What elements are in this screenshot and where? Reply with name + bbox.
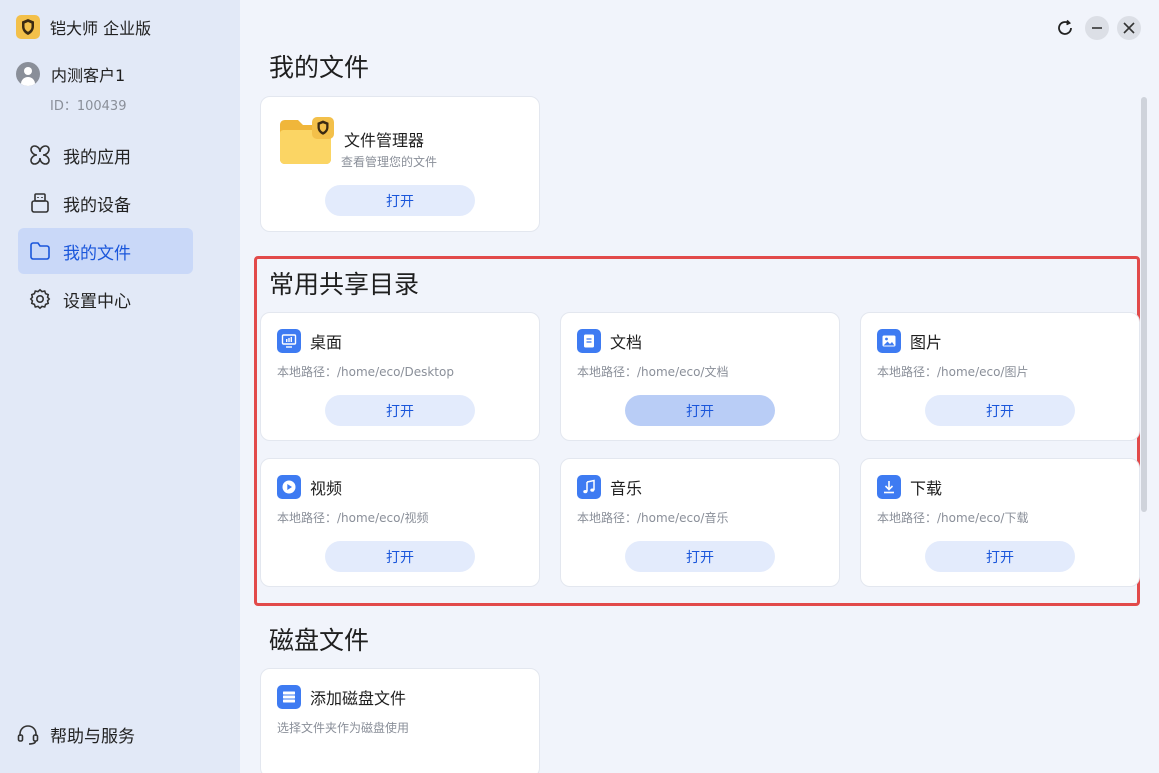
card-path: 本地路径：/home/eco/Desktop: [277, 365, 454, 379]
card-title: 视频: [310, 479, 343, 498]
sidebar-item-files[interactable]: 我的文件: [18, 228, 193, 274]
sidebar: 铠大师 企业版 内测客户1 ID：100439 我的应用 我的设备 我的文件 设…: [0, 0, 240, 773]
window-controls: [1053, 16, 1141, 40]
add-disk-card[interactable]: 添加磁盘文件 选择文件夹作为磁盘使用: [260, 668, 540, 773]
shared-dir-card-pictures: 图片 本地路径：/home/eco/图片 打开: [860, 312, 1140, 441]
card-title: 添加磁盘文件: [310, 689, 407, 708]
sidebar-item-label: 设置中心: [63, 291, 131, 312]
card-path: 本地路径：/home/eco/下载: [877, 511, 1029, 525]
scrollbar[interactable]: [1141, 97, 1147, 512]
open-desktop-button[interactable]: 打开: [325, 395, 475, 426]
avatar: [16, 62, 40, 86]
card-desc: 查看管理您的文件: [341, 155, 438, 169]
section-title-disk: 磁盘文件: [269, 626, 370, 655]
sidebar-item-label: 我的文件: [63, 243, 131, 264]
sidebar-item-devices[interactable]: 我的设备: [18, 180, 193, 226]
card-title: 下载: [910, 479, 943, 498]
image-icon: [877, 329, 901, 353]
section-title-shared: 常用共享目录: [269, 270, 420, 299]
card-path: 本地路径：/home/eco/音乐: [577, 511, 729, 525]
file-manager-card: 文件管理器 查看管理您的文件 打开: [260, 96, 540, 232]
document-icon: [577, 329, 601, 353]
apps-icon: [28, 143, 52, 167]
section-title-my-files: 我的文件: [269, 53, 370, 82]
user-id: ID：100439: [50, 99, 127, 114]
shared-dir-card-music: 音乐 本地路径：/home/eco/音乐 打开: [560, 458, 840, 587]
sidebar-item-settings[interactable]: 设置中心: [18, 276, 193, 322]
folder-app-icon: [278, 117, 334, 169]
minimize-button[interactable]: [1085, 16, 1109, 40]
folder-icon: [28, 239, 52, 263]
usb-device-icon: [28, 191, 52, 215]
user-name: 内测客户1: [51, 66, 126, 85]
refresh-icon: [1058, 19, 1072, 35]
card-path: 本地路径：/home/eco/视频: [277, 511, 429, 525]
open-pictures-button[interactable]: 打开: [925, 395, 1075, 426]
open-downloads-button[interactable]: 打开: [925, 541, 1075, 572]
gear-icon: [28, 287, 52, 311]
help-label: 帮助与服务: [50, 727, 135, 747]
help-service-link[interactable]: 帮助与服务: [16, 722, 135, 747]
card-title: 图片: [910, 333, 943, 352]
sidebar-item-label: 我的应用: [63, 147, 131, 168]
refresh-button[interactable]: [1053, 16, 1077, 40]
card-path: 本地路径：/home/eco/文档: [577, 365, 729, 379]
card-path: 本地路径：/home/eco/图片: [877, 365, 1029, 379]
card-title: 桌面: [310, 333, 343, 352]
sidebar-item-apps[interactable]: 我的应用: [18, 132, 193, 178]
open-documents-button[interactable]: 打开: [625, 395, 775, 426]
headset-icon: [17, 724, 39, 745]
shared-dir-card-desktop: 桌面 本地路径：/home/eco/Desktop 打开: [260, 312, 540, 441]
card-desc: 选择文件夹作为磁盘使用: [277, 721, 410, 735]
music-icon: [577, 475, 601, 499]
shield-logo-icon: [16, 15, 40, 39]
sidebar-item-label: 我的设备: [63, 195, 131, 216]
minimize-icon: [1092, 27, 1102, 29]
brand: 铠大师 企业版: [16, 15, 151, 39]
card-title: 音乐: [610, 479, 643, 498]
card-title: 文档: [610, 333, 643, 352]
user-profile[interactable]: 内测客户1: [16, 62, 125, 86]
close-icon: [1123, 22, 1135, 34]
open-music-button[interactable]: 打开: [625, 541, 775, 572]
desktop-icon: [277, 329, 301, 353]
app-window: 铠大师 企业版 内测客户1 ID：100439 我的应用 我的设备 我的文件 设…: [0, 0, 1159, 773]
shared-dir-card-videos: 视频 本地路径：/home/eco/视频 打开: [260, 458, 540, 587]
close-button[interactable]: [1117, 16, 1141, 40]
disk-list-icon: [277, 685, 301, 709]
card-title: 文件管理器: [344, 131, 425, 150]
video-icon: [277, 475, 301, 499]
shared-dir-card-documents: 文档 本地路径：/home/eco/文档 打开: [560, 312, 840, 441]
main-content: 我的文件 文件管理器 查看管理您的文件 打开 常用共享目录 桌面 本地路径：/h…: [240, 0, 1159, 773]
shared-dir-card-downloads: 下载 本地路径：/home/eco/下载 打开: [860, 458, 1140, 587]
open-file-manager-button[interactable]: 打开: [325, 185, 475, 216]
open-videos-button[interactable]: 打开: [325, 541, 475, 572]
download-icon: [877, 475, 901, 499]
app-title: 铠大师 企业版: [50, 19, 152, 38]
sidebar-nav: 我的应用 我的设备 我的文件 设置中心: [18, 132, 193, 324]
